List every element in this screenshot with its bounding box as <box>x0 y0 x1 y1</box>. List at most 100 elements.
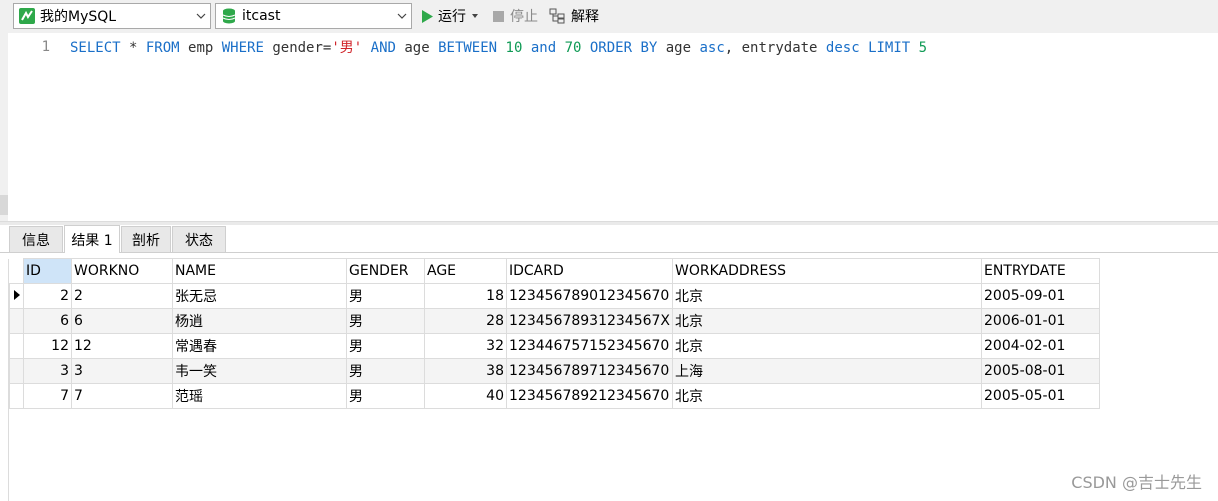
cell-id[interactable]: 7 <box>23 383 72 409</box>
tab-info[interactable]: 信息 <box>9 226 63 252</box>
cell-name[interactable]: 杨逍 <box>172 308 347 334</box>
connection-select[interactable]: 我的MySQL <box>13 3 211 29</box>
column-header-name[interactable]: NAME <box>172 258 347 284</box>
cell-name[interactable]: 张无忌 <box>172 283 347 309</box>
run-label: 运行 <box>438 9 466 25</box>
sql-token: WHERE <box>221 40 264 56</box>
column-header-workno[interactable]: WORKNO <box>71 258 173 284</box>
result-tabbar: 信息 结果 1 剖析 状态 <box>0 225 1218 253</box>
cell-entrydate[interactable]: 2005-05-01 <box>981 383 1101 409</box>
cell-workaddress[interactable]: 北京 <box>672 308 983 334</box>
cell-age[interactable]: 28 <box>424 308 507 334</box>
cell-entrydate[interactable]: 2004-02-01 <box>981 333 1101 359</box>
row-indicator[interactable] <box>9 333 24 359</box>
table-header-row: ID WORKNO NAME GENDER AGE IDCARD WORKADD… <box>9 258 1101 284</box>
line-number: 1 <box>41 39 50 55</box>
cell-workno[interactable]: 3 <box>71 358 173 384</box>
sql-token: 10 <box>505 40 523 56</box>
tab-profile[interactable]: 剖析 <box>121 226 171 252</box>
run-button[interactable]: 运行 <box>421 6 478 26</box>
cell-name[interactable]: 韦一笑 <box>172 358 347 384</box>
cell-age[interactable]: 40 <box>424 383 507 409</box>
sql-token: emp <box>179 40 222 56</box>
sql-token: and <box>530 40 557 56</box>
table-row[interactable]: 2 2 张无忌 男 18 123456789012345670 北京 2005-… <box>9 283 1101 309</box>
connection-label: 我的MySQL <box>40 9 117 25</box>
column-header-idcard[interactable]: IDCARD <box>505 258 674 284</box>
chevron-down-icon[interactable] <box>393 13 411 19</box>
cell-age[interactable]: 18 <box>424 283 507 309</box>
row-indicator[interactable] <box>9 308 24 334</box>
column-header-gender[interactable]: GENDER <box>346 258 425 284</box>
database-label: itcast <box>242 8 281 24</box>
cell-idcard[interactable]: 123446757152345670 <box>505 333 674 359</box>
watermark: CSDN @吉士先生 <box>1071 473 1202 492</box>
cell-workno[interactable]: 7 <box>71 383 173 409</box>
cell-entrydate[interactable]: 2005-08-01 <box>981 358 1101 384</box>
table-row[interactable]: 6 6 杨逍 男 28 12345678931234567X 北京 2006-0… <box>9 308 1101 334</box>
cell-workaddress[interactable]: 北京 <box>672 283 983 309</box>
cell-idcard[interactable]: 123456789712345670 <box>505 358 674 384</box>
chevron-down-icon[interactable] <box>192 13 210 19</box>
column-header-workaddress[interactable]: WORKADDRESS <box>672 258 983 284</box>
sql-token: , entrydate <box>724 40 826 56</box>
cell-name[interactable]: 范瑶 <box>172 383 347 409</box>
mysql-connection-icon <box>19 8 35 24</box>
table-row[interactable]: 12 12 常遇春 男 32 123446757152345670 北京 200… <box>9 333 1101 359</box>
column-header-age[interactable]: AGE <box>424 258 507 284</box>
cell-idcard[interactable]: 123456789212345670 <box>505 383 674 409</box>
chevron-down-icon[interactable] <box>472 14 478 18</box>
cell-workaddress[interactable]: 北京 <box>672 383 983 409</box>
play-icon <box>421 9 433 23</box>
cell-gender[interactable]: 男 <box>346 383 425 409</box>
tab-status[interactable]: 状态 <box>172 226 226 252</box>
explain-icon <box>549 8 567 24</box>
cell-idcard[interactable]: 123456789012345670 <box>505 283 674 309</box>
table-row[interactable]: 3 3 韦一笑 男 38 123456789712345670 上海 2005-… <box>9 358 1101 384</box>
cell-age[interactable]: 32 <box>424 333 507 359</box>
cell-workaddress[interactable]: 上海 <box>672 358 983 384</box>
sql-token: gender= <box>263 40 332 56</box>
cell-workno[interactable]: 2 <box>71 283 173 309</box>
cell-gender[interactable]: 男 <box>346 308 425 334</box>
row-indicator[interactable] <box>9 283 24 309</box>
cell-age[interactable]: 38 <box>424 358 507 384</box>
cell-gender[interactable]: 男 <box>346 333 425 359</box>
sql-token: age <box>657 40 700 56</box>
cell-gender[interactable]: 男 <box>346 283 425 309</box>
database-select[interactable]: itcast <box>215 3 412 29</box>
sql-token: '男' <box>331 40 363 56</box>
row-indicator[interactable] <box>9 383 24 409</box>
cell-id[interactable]: 2 <box>23 283 72 309</box>
cell-id[interactable]: 6 <box>23 308 72 334</box>
cell-workno[interactable]: 12 <box>71 333 173 359</box>
cell-gender[interactable]: 男 <box>346 358 425 384</box>
stop-label: 停止 <box>510 9 538 25</box>
stop-button[interactable]: 停止 <box>493 6 538 26</box>
column-header-entrydate[interactable]: ENTRYDATE <box>981 258 1101 284</box>
cell-entrydate[interactable]: 2006-01-01 <box>981 308 1101 334</box>
sql-token: * <box>120 40 146 56</box>
toolbar: 我的MySQL itcast 运行 停止 解释 <box>0 0 1218 33</box>
sql-code-line[interactable]: SELECT * FROM emp WHERE gender='男' AND a… <box>70 38 927 58</box>
cell-name[interactable]: 常遇春 <box>172 333 347 359</box>
sql-editor[interactable]: 1 SELECT * FROM emp WHERE gender='男' AND… <box>0 33 1218 221</box>
cell-workaddress[interactable]: 北京 <box>672 333 983 359</box>
cell-idcard[interactable]: 12345678931234567X <box>505 308 674 334</box>
explain-button[interactable]: 解释 <box>549 6 599 26</box>
cell-id[interactable]: 12 <box>23 333 72 359</box>
table-row[interactable]: 7 7 范瑶 男 40 123456789212345670 北京 2005-0… <box>9 383 1101 409</box>
tab-result-1[interactable]: 结果 1 <box>64 225 120 253</box>
cell-id[interactable]: 3 <box>23 358 72 384</box>
column-header-id[interactable]: ID <box>23 258 72 284</box>
sql-token: age <box>395 40 439 56</box>
cell-entrydate[interactable]: 2005-09-01 <box>981 283 1101 309</box>
sql-token: LIMIT <box>868 40 911 56</box>
cell-workno[interactable]: 6 <box>71 308 173 334</box>
row-indicator[interactable] <box>9 358 24 384</box>
